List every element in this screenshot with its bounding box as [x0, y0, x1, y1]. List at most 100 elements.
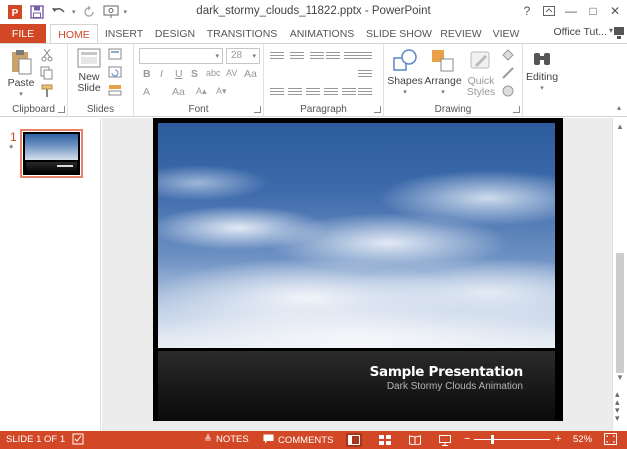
align-right-icon[interactable] — [306, 88, 320, 100]
arrange-dropdown-icon[interactable]: ▾ — [441, 87, 445, 98]
minimize-button[interactable]: — — [563, 2, 579, 20]
normal-view-button[interactable] — [346, 433, 362, 447]
account-name[interactable]: Office Tut... — [554, 26, 608, 38]
close-button[interactable]: ✕ — [607, 2, 623, 20]
smartart-icon[interactable] — [358, 88, 372, 100]
font-size-dropdown-icon[interactable]: ▾ — [252, 52, 256, 60]
fit-to-window-icon[interactable] — [604, 433, 617, 445]
editing-button[interactable]: Editing ▾ — [525, 48, 559, 94]
ribbon-display-options-icon[interactable] — [541, 2, 557, 20]
layout-icon[interactable] — [108, 48, 122, 62]
clipboard-launcher-icon[interactable] — [58, 106, 65, 113]
tab-slide-show[interactable]: SLIDE SHOW — [364, 24, 434, 43]
tab-file[interactable]: FILE — [0, 24, 46, 43]
shape-fill-icon[interactable] — [501, 48, 515, 62]
shapes-dropdown-icon[interactable]: ▾ — [403, 87, 407, 98]
notes-button[interactable]: ≜ NOTES — [204, 434, 249, 445]
scroll-thumb[interactable] — [616, 253, 624, 373]
scroll-up-icon[interactable]: ▲ — [616, 122, 624, 131]
paste-button[interactable]: Paste ▾ — [5, 48, 37, 100]
cloud-image[interactable] — [158, 123, 555, 348]
zoom-slider-knob[interactable] — [490, 435, 494, 444]
tab-design[interactable]: DESIGN — [150, 24, 200, 43]
slide[interactable]: Sample Presentation Dark Stormy Clouds A… — [153, 118, 563, 421]
slide-subtitle[interactable]: Dark Stormy Clouds Animation — [387, 381, 523, 392]
align-left-icon[interactable] — [270, 88, 284, 100]
status-bar: SLIDE 1 OF 1 ≜ NOTES COMMENTS − + 52% — [0, 431, 627, 449]
font-name-dropdown-icon[interactable]: ▾ — [215, 52, 219, 60]
numbering-icon[interactable] — [290, 52, 304, 64]
new-slide-button[interactable]: New Slide — [72, 48, 106, 94]
change-case-icon[interactable]: Aa — [244, 68, 257, 80]
font-name-box[interactable]: ▾ — [139, 48, 223, 64]
tab-insert[interactable]: INSERT — [100, 24, 148, 43]
reading-view-button[interactable] — [407, 433, 423, 447]
paragraph-launcher-icon[interactable] — [374, 106, 381, 113]
bold-icon[interactable]: B — [143, 68, 151, 80]
shape-outline-icon[interactable] — [501, 66, 515, 80]
strikethrough-icon[interactable]: abc — [206, 68, 221, 78]
slide-show-icon — [439, 434, 451, 446]
italic-icon[interactable]: I — [160, 68, 163, 80]
paste-dropdown-icon[interactable]: ▾ — [19, 89, 23, 100]
thumbnail-footer-band — [26, 162, 77, 173]
tab-review[interactable]: REVIEW — [438, 24, 484, 43]
spell-check-icon[interactable] — [72, 433, 84, 445]
text-direction-icon[interactable] — [358, 52, 372, 64]
font-color-icon[interactable]: A — [143, 86, 150, 98]
grow-font-icon[interactable]: A▴ — [196, 86, 207, 97]
underline-icon[interactable]: U — [175, 68, 183, 80]
collapse-ribbon-icon[interactable]: ▴ — [617, 103, 621, 112]
zoom-out-button[interactable]: − — [464, 433, 470, 445]
font-launcher-icon[interactable] — [254, 106, 261, 113]
slide-show-button[interactable] — [437, 433, 453, 447]
align-text-icon[interactable] — [358, 70, 372, 82]
help-button[interactable]: ? — [519, 2, 535, 20]
arrange-button[interactable]: Arrange ▾ — [423, 48, 463, 98]
increase-indent-icon[interactable] — [326, 52, 340, 64]
decrease-indent-icon[interactable] — [310, 52, 324, 64]
line-spacing-icon[interactable] — [344, 52, 358, 64]
align-center-icon[interactable] — [288, 88, 302, 100]
clear-formatting-icon[interactable]: Aa — [172, 86, 185, 98]
next-slide-icon[interactable]: ▾ ▾ — [615, 406, 620, 423]
zoom-in-button[interactable]: + — [555, 433, 561, 445]
quick-styles-button[interactable]: Quick Styles — [463, 48, 499, 98]
quick-styles-label-2: Styles — [466, 86, 496, 98]
paragraph-group-label: Paragraph — [300, 104, 347, 115]
comments-button[interactable]: COMMENTS — [263, 434, 333, 447]
slide-sorter-button[interactable] — [377, 433, 393, 447]
shapes-button[interactable]: Shapes ▾ — [387, 48, 423, 98]
shadow-icon[interactable]: S — [191, 68, 198, 80]
justify-icon[interactable] — [324, 88, 338, 100]
font-size-box[interactable]: 28 ▾ — [226, 48, 260, 64]
font-group-label: Font — [188, 104, 209, 115]
previous-slide-icon[interactable]: ▴ ▴ — [615, 390, 620, 407]
tab-transitions[interactable]: TRANSITIONS — [204, 24, 280, 43]
bullets-icon[interactable] — [270, 52, 284, 64]
copy-icon[interactable] — [40, 66, 54, 80]
restore-button[interactable]: □ — [585, 2, 601, 20]
font-group: ▾ 28 ▾ B I U S abc AV Aa A Aa A▴ A▾ Font — [134, 44, 264, 116]
slide-thumbnail[interactable] — [20, 129, 83, 178]
slide-title[interactable]: Sample Presentation — [370, 364, 524, 380]
paragraph-group: Paragraph — [264, 44, 384, 116]
paste-label: Paste — [7, 77, 35, 89]
tab-view[interactable]: VIEW — [486, 24, 526, 43]
reset-icon[interactable] — [108, 66, 122, 80]
cut-icon[interactable] — [40, 48, 54, 62]
editing-dropdown-icon[interactable]: ▾ — [540, 83, 544, 94]
vertical-scrollbar[interactable]: ▲ ▼ ▴ ▴ ▾ ▾ — [612, 118, 627, 431]
tab-home[interactable]: HOME — [50, 24, 98, 44]
drawing-launcher-icon[interactable] — [513, 106, 520, 113]
section-icon[interactable] — [108, 84, 122, 98]
tab-animations[interactable]: ANIMATIONS — [284, 24, 360, 43]
zoom-level[interactable]: 52% — [573, 434, 592, 445]
shrink-font-icon[interactable]: A▾ — [216, 86, 227, 97]
scroll-down-icon[interactable]: ▼ — [616, 373, 624, 382]
columns-icon[interactable] — [342, 88, 356, 100]
character-spacing-icon[interactable]: AV — [226, 68, 237, 78]
shape-effects-icon[interactable] — [501, 84, 515, 98]
zoom-slider[interactable] — [474, 439, 550, 440]
format-painter-icon[interactable] — [40, 84, 54, 98]
